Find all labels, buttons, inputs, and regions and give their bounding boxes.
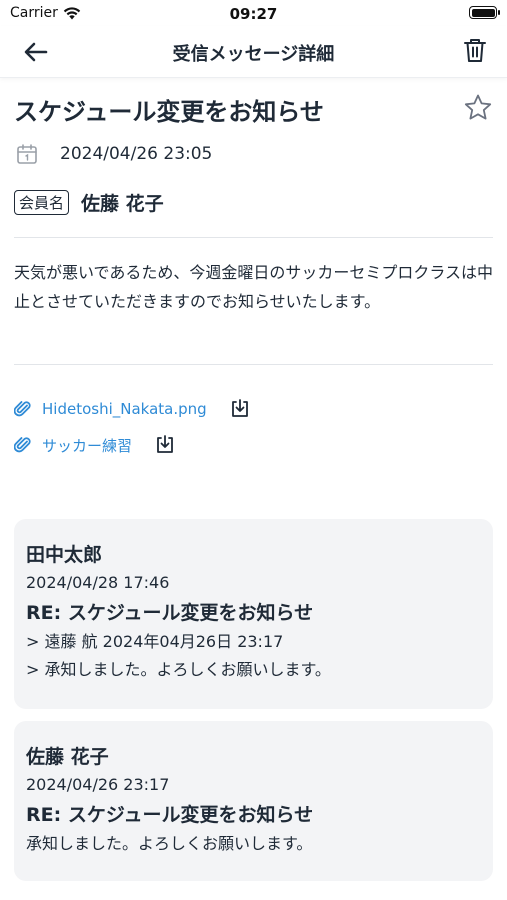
calendar-icon <box>17 144 37 164</box>
reply-date: 2024/04/28 17:46 <box>26 573 170 592</box>
member-tag: 会員名 <box>14 190 70 215</box>
battery-icon <box>469 6 500 19</box>
reply-sender: 佐藤 花子 <box>26 746 109 768</box>
status-time: 09:27 <box>229 5 278 23</box>
divider <box>14 237 493 238</box>
member-row: 会員名 佐藤 花子 <box>14 189 164 216</box>
message-subject: スケジュール変更をお知らせ <box>14 98 324 126</box>
reply-sender: 田中太郎 <box>26 544 103 566</box>
reply-date: 2024/04/26 23:17 <box>26 775 170 794</box>
reply-line: > 遠藤 航 2024年04月26日 23:17 <box>26 632 284 651</box>
reply-subject: RE: スケジュール変更をお知らせ <box>26 804 314 826</box>
divider <box>14 364 493 365</box>
reply-line: 承知しました。よろしくお願いします。 <box>26 834 313 853</box>
attachment-name[interactable]: サッカー練習 <box>42 435 132 456</box>
paperclip-icon <box>14 437 31 453</box>
attachment-item[interactable]: サッカー練習 <box>14 434 176 456</box>
attachment-name[interactable]: Hidetoshi_Nakata.png <box>42 400 207 418</box>
paperclip-icon <box>14 401 31 417</box>
download-icon[interactable] <box>229 398 251 420</box>
download-icon[interactable] <box>154 434 176 456</box>
reply-subject: RE: スケジュール変更をお知らせ <box>26 602 314 624</box>
reply-card[interactable]: 佐藤 花子 2024/04/26 23:17 RE: スケジュール変更をお知らせ… <box>14 721 493 881</box>
reply-card[interactable]: 田中太郎 2024/04/28 17:46 RE: スケジュール変更をお知らせ … <box>14 519 493 709</box>
status-bar: Carrier 09:27 <box>0 0 507 26</box>
message-body: 天気が悪いであるため、今週金曜日のサッカーセミプロクラスは中止とさせていただきま… <box>14 263 494 311</box>
reply-line: > 承知しました。よろしくお願いします。 <box>26 660 331 679</box>
navigation-bar: 受信メッセージ詳細 <box>0 26 507 78</box>
attachment-item[interactable]: Hidetoshi_Nakata.png <box>14 398 251 420</box>
delete-button[interactable] <box>457 32 493 68</box>
member-name: 佐藤 花子 <box>81 193 164 215</box>
message-date: 2024/04/26 23:05 <box>60 144 213 164</box>
trash-icon <box>464 39 486 62</box>
star-outline-icon[interactable] <box>463 93 493 123</box>
page-title: 受信メッセージ詳細 <box>172 44 335 65</box>
message-date-row: 2024/04/26 23:05 <box>16 143 212 165</box>
